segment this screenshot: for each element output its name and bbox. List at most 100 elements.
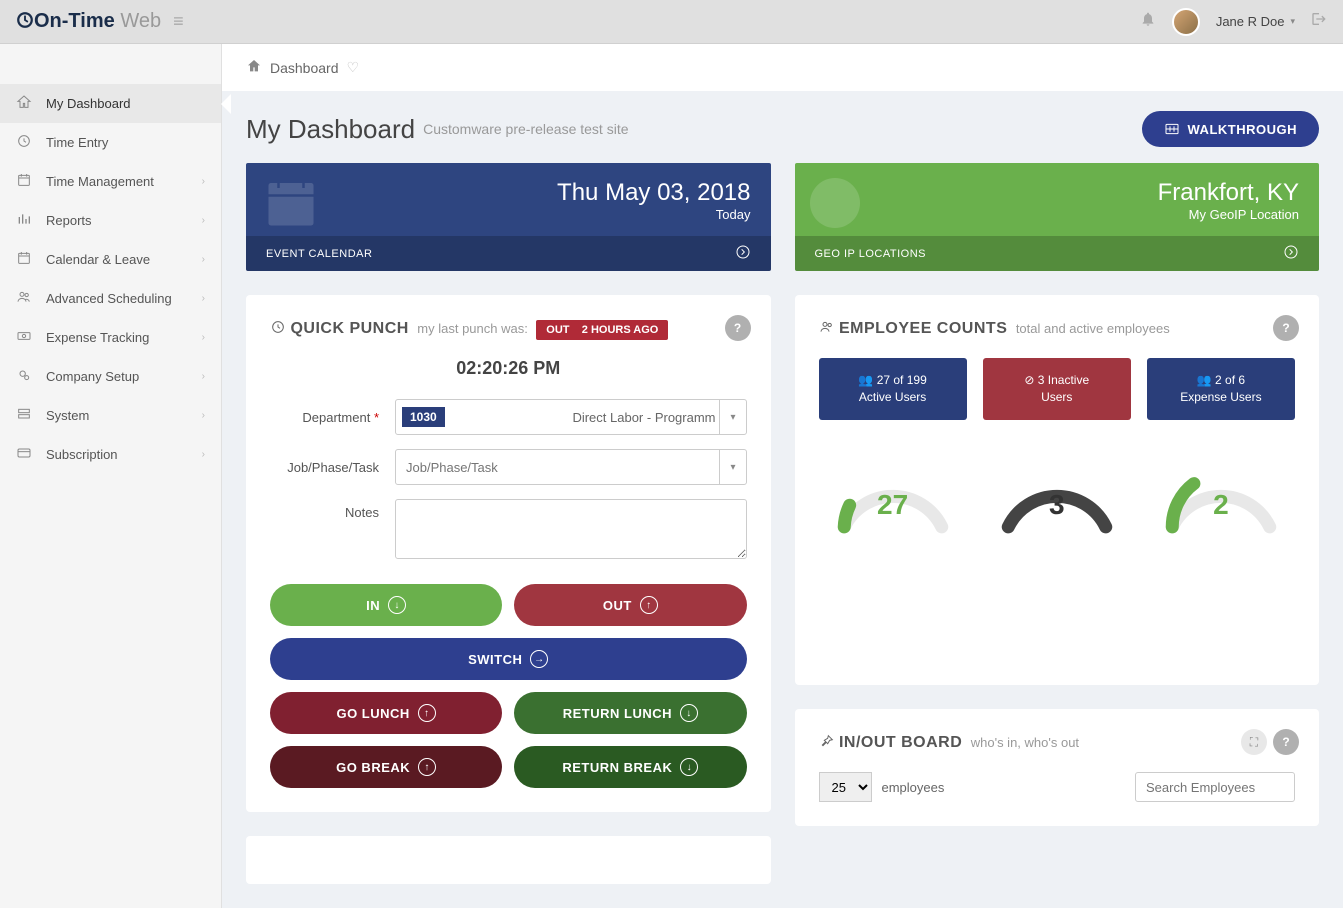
chevron-right-icon: › bbox=[202, 215, 205, 226]
inactive-gauge: 3 bbox=[992, 444, 1122, 534]
inactive-users-card[interactable]: ⊘ 3 Inactive Users bbox=[983, 358, 1131, 420]
chevron-right-icon: › bbox=[202, 332, 205, 343]
help-button[interactable]: ? bbox=[1273, 315, 1299, 341]
notification-icon[interactable] bbox=[1140, 11, 1156, 32]
users-icon bbox=[16, 289, 36, 308]
return-break-button[interactable]: RETURN BREAK↓ bbox=[514, 746, 746, 788]
go-break-button[interactable]: GO BREAK↑ bbox=[270, 746, 502, 788]
notes-label: Notes bbox=[270, 499, 395, 520]
help-button[interactable]: ? bbox=[1273, 729, 1299, 755]
arrow-down-circle-icon: ↓ bbox=[680, 758, 698, 776]
logo-text: On-Time bbox=[34, 10, 115, 32]
pin-icon bbox=[819, 734, 835, 751]
dropdown-icon[interactable]: ▾ bbox=[719, 449, 747, 485]
sidebar-item-calendar-leave[interactable]: Calendar & Leave › bbox=[0, 240, 221, 279]
main-content: Dashboard ♡ My Dashboard Customware pre-… bbox=[222, 44, 1343, 908]
chevron-right-icon: › bbox=[202, 449, 205, 460]
page-subtitle: Customware pre-release test site bbox=[423, 121, 628, 137]
sidebar-label: System bbox=[46, 408, 89, 423]
video-icon bbox=[1164, 121, 1180, 137]
clock-icon bbox=[270, 320, 286, 337]
breadcrumb-text[interactable]: Dashboard bbox=[270, 60, 339, 76]
calendar-bg-icon bbox=[256, 173, 326, 233]
sidebar-label: Reports bbox=[46, 213, 92, 228]
inout-board-card: ? ⛶ IN/OUT BOARD who's in, who's out 25 … bbox=[795, 709, 1320, 826]
dropdown-icon[interactable]: ▾ bbox=[719, 399, 747, 435]
notes-textarea[interactable] bbox=[395, 499, 747, 559]
return-lunch-button[interactable]: RETURN LUNCH↓ bbox=[514, 692, 746, 734]
btn-label: SWITCH bbox=[468, 652, 522, 667]
logo: On-Time Web bbox=[16, 10, 161, 33]
punch-out-button[interactable]: OUT↑ bbox=[514, 584, 746, 626]
page-size-select[interactable]: 25 bbox=[819, 772, 872, 802]
expand-button[interactable]: ⛶ bbox=[1241, 729, 1267, 755]
job-input[interactable] bbox=[395, 449, 747, 485]
punch-in-button[interactable]: IN↓ bbox=[270, 584, 502, 626]
sidebar-item-expense-tracking[interactable]: Expense Tracking › bbox=[0, 318, 221, 357]
sidebar-item-company-setup[interactable]: Company Setup › bbox=[0, 357, 221, 396]
banner-footer-label: EVENT CALENDAR bbox=[266, 248, 372, 260]
employees-label: employees bbox=[882, 780, 945, 795]
credit-card-icon bbox=[16, 445, 36, 464]
card-title: QUICK PUNCH bbox=[290, 320, 408, 337]
date-banner[interactable]: Thu May 03, 2018 Today EVENT CALENDAR bbox=[246, 163, 771, 271]
sidebar: My Dashboard Time Entry Time Management … bbox=[0, 44, 222, 908]
btn-label: IN bbox=[366, 598, 380, 613]
sidebar-item-subscription[interactable]: Subscription › bbox=[0, 435, 221, 474]
topbar-right: Jane R Doe ▾ bbox=[1140, 8, 1327, 36]
menu-toggle-icon[interactable]: ≡ bbox=[173, 11, 184, 32]
sidebar-item-system[interactable]: System › bbox=[0, 396, 221, 435]
arrow-down-circle-icon: ↓ bbox=[680, 704, 698, 722]
chevron-right-icon: › bbox=[202, 371, 205, 382]
count-line1: 27 of 199 bbox=[877, 373, 927, 387]
users-icon: 👥 bbox=[858, 373, 876, 387]
expense-users-card[interactable]: 👥 2 of 6 Expense Users bbox=[1147, 358, 1295, 420]
users-icon bbox=[819, 320, 835, 337]
switch-button[interactable]: SWITCH→ bbox=[270, 638, 747, 680]
count-line2: Expense Users bbox=[1180, 390, 1261, 404]
logout-icon[interactable] bbox=[1311, 11, 1327, 32]
home-icon[interactable] bbox=[246, 58, 262, 77]
sidebar-item-dashboard[interactable]: My Dashboard bbox=[0, 84, 221, 123]
punch-status-badge: OUT 2 HOURS AGO bbox=[536, 320, 668, 340]
location-banner[interactable]: Frankfort, KY My GeoIP Location GEO IP L… bbox=[795, 163, 1320, 271]
banner-footer-label: GEO IP LOCATIONS bbox=[815, 248, 927, 260]
walkthrough-button[interactable]: WALKTHROUGH bbox=[1142, 111, 1320, 147]
calendar-check-icon bbox=[16, 172, 36, 191]
card-title: IN/OUT BOARD bbox=[839, 734, 962, 751]
chevron-right-icon: › bbox=[202, 176, 205, 187]
sidebar-item-time-entry[interactable]: Time Entry bbox=[0, 123, 221, 162]
help-button[interactable]: ? bbox=[725, 315, 751, 341]
badge-time: 2 HOURS AGO bbox=[582, 324, 659, 336]
btn-label: GO LUNCH bbox=[336, 706, 409, 721]
avatar[interactable] bbox=[1172, 8, 1200, 36]
active-users-card[interactable]: 👥 27 of 199 Active Users bbox=[819, 358, 967, 420]
bar-chart-icon bbox=[16, 211, 36, 230]
department-row: Department * 1030 Direct Labor - Program… bbox=[270, 399, 747, 435]
user-menu[interactable]: Jane R Doe ▾ bbox=[1216, 14, 1295, 29]
sidebar-label: Company Setup bbox=[46, 369, 139, 384]
search-employees-input[interactable] bbox=[1135, 772, 1295, 802]
btn-label: GO BREAK bbox=[336, 760, 410, 775]
heart-icon[interactable]: ♡ bbox=[347, 59, 360, 76]
page-header: My Dashboard Customware pre-release test… bbox=[222, 91, 1343, 163]
sidebar-item-time-management[interactable]: Time Management › bbox=[0, 162, 221, 201]
arrow-circle-icon bbox=[735, 244, 751, 263]
card-subtitle: who's in, who's out bbox=[971, 735, 1079, 750]
calendar-icon bbox=[16, 250, 36, 269]
username-label: Jane R Doe bbox=[1216, 14, 1285, 29]
gauge-value: 3 bbox=[992, 489, 1122, 521]
money-icon bbox=[16, 328, 36, 347]
chevron-right-icon: › bbox=[202, 254, 205, 265]
count-line2: Users bbox=[1041, 390, 1072, 404]
gauge-value: 27 bbox=[828, 489, 958, 521]
sidebar-item-reports[interactable]: Reports › bbox=[0, 201, 221, 240]
sidebar-item-advanced-scheduling[interactable]: Advanced Scheduling › bbox=[0, 279, 221, 318]
department-select[interactable]: 1030 Direct Labor - Programm bbox=[395, 399, 747, 435]
arrow-up-circle-icon: ↑ bbox=[640, 596, 658, 614]
gears-icon bbox=[16, 367, 36, 386]
card-subtitle: my last punch was: bbox=[417, 321, 528, 336]
sidebar-label: Time Entry bbox=[46, 135, 108, 150]
go-lunch-button[interactable]: GO LUNCH↑ bbox=[270, 692, 502, 734]
count-line1: 2 of 6 bbox=[1215, 373, 1245, 387]
